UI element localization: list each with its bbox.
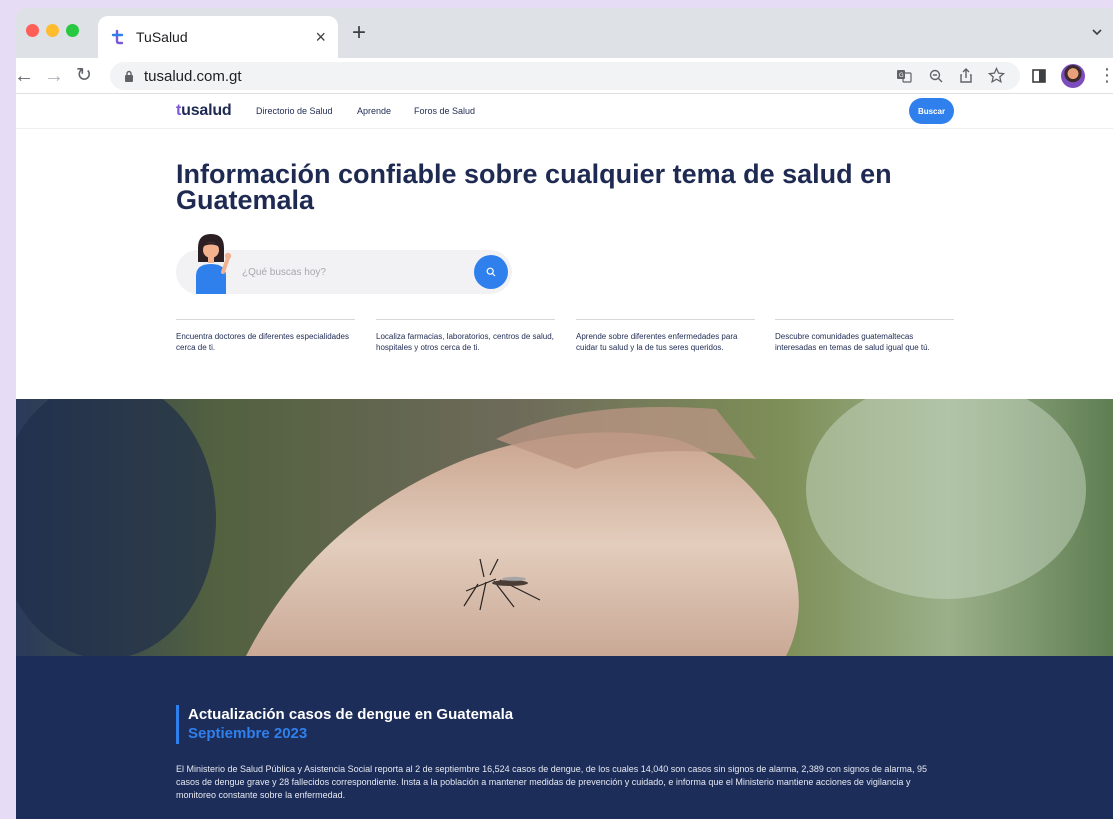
feature-enfermedades[interactable]: Aprende sobre diferentes enfermedades pa… — [576, 319, 755, 353]
tab-strip: TuSalud × + — [16, 8, 1113, 58]
svg-text:G: G — [899, 73, 904, 79]
close-window-button[interactable] — [26, 24, 39, 37]
dengue-update-section: Actualización casos de dengue en Guatema… — [16, 656, 1113, 819]
feature-list: Encuentra doctores de diferentes especia… — [176, 319, 956, 379]
feature-farmacias[interactable]: Localiza farmacias, laboratorios, centro… — [376, 319, 555, 353]
back-icon[interactable]: ← — [16, 64, 34, 88]
tab-search-chevron-icon[interactable] — [1091, 26, 1103, 38]
web-page: tusalud Directorio de Salud Aprende Foro… — [16, 95, 1113, 819]
translate-icon[interactable]: G — [896, 68, 912, 84]
reload-icon[interactable]: ↻ — [76, 64, 92, 88]
side-panel-icon[interactable] — [1032, 69, 1046, 83]
menu-kebab-icon[interactable]: ⋮ — [1098, 66, 1113, 84]
tab-close-icon[interactable]: × — [315, 27, 326, 48]
browser-toolbar: ← → ↻ tusalud.com.gt G ⋮ — [16, 58, 1113, 94]
waving-woman-illustration — [196, 234, 232, 294]
nav-link-aprende[interactable]: Aprende — [357, 106, 391, 116]
share-icon[interactable] — [958, 67, 974, 84]
feature-doctores[interactable]: Encuentra doctores de diferentes especia… — [176, 319, 355, 353]
hero-title: Información confiable sobre cualquier te… — [176, 159, 892, 215]
forward-icon[interactable]: → — [44, 64, 64, 88]
maximize-window-button[interactable] — [66, 24, 79, 37]
accent-bar — [176, 705, 179, 744]
update-subtitle: Septiembre 2023 — [188, 725, 308, 742]
address-bar[interactable]: tusalud.com.gt G — [110, 62, 1020, 90]
tusalud-logo[interactable]: tusalud — [176, 102, 232, 120]
profile-avatar[interactable] — [1061, 64, 1085, 88]
mosquito-banner-image — [16, 399, 1113, 656]
tusalud-favicon-icon — [111, 29, 124, 45]
bookmark-star-icon[interactable] — [988, 67, 1005, 84]
site-navbar: tusalud Directorio de Salud Aprende Foro… — [16, 95, 1113, 129]
new-tab-button[interactable]: + — [352, 21, 366, 45]
nav-link-directorio[interactable]: Directorio de Salud — [256, 106, 333, 116]
buscar-button[interactable]: Buscar — [909, 98, 954, 124]
update-body: El Ministerio de Salud Pública y Asisten… — [176, 764, 927, 800]
search-input[interactable] — [242, 262, 462, 282]
search-bar — [176, 234, 512, 294]
browser-tab[interactable]: TuSalud × — [98, 16, 338, 58]
url-text: tusalud.com.gt — [144, 67, 242, 85]
search-icon — [486, 267, 496, 277]
minimize-window-button[interactable] — [46, 24, 59, 37]
nav-link-foros[interactable]: Foros de Salud — [414, 106, 475, 116]
zoom-icon[interactable] — [928, 68, 944, 84]
update-title: Actualización casos de dengue en Guatema… — [188, 706, 514, 723]
browser-window: TuSalud × + ← → ↻ tusalud.com.gt G ⋮ tus… — [16, 8, 1113, 819]
tab-title: TuSalud — [136, 29, 188, 45]
search-button[interactable] — [474, 255, 508, 289]
lock-icon — [125, 70, 133, 82]
feature-comunidades[interactable]: Descubre comunidades guatemaltecas inter… — [775, 319, 954, 353]
